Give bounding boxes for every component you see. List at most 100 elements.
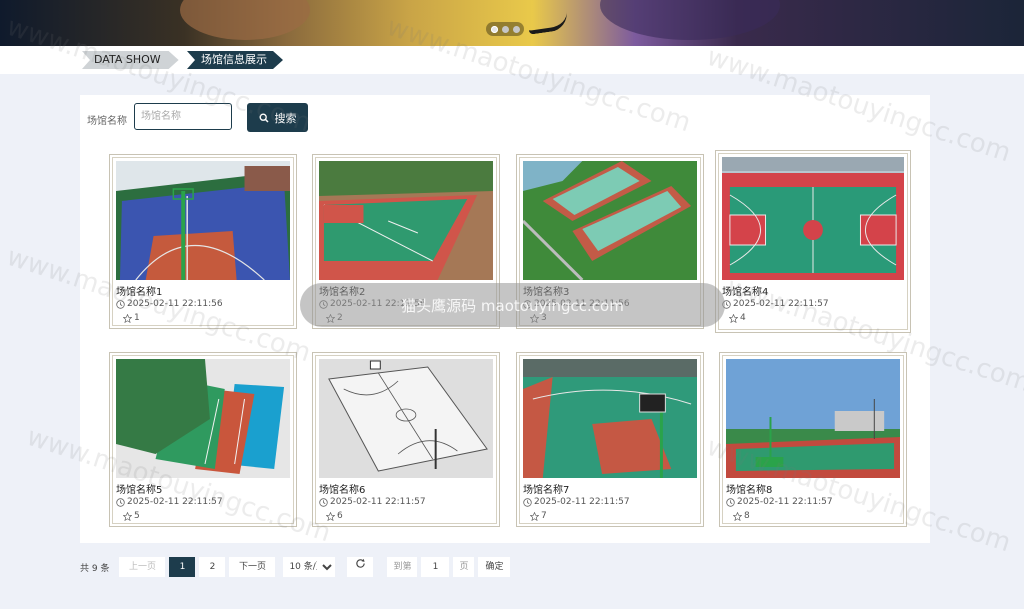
venue-likes: 4 [740, 313, 746, 323]
prev-page-button[interactable]: 上一页 [119, 557, 166, 577]
venue-likes-row: 7 [530, 511, 547, 521]
clock-icon [116, 299, 125, 309]
star-icon [733, 511, 742, 521]
page-button-1[interactable]: 1 [169, 557, 196, 577]
venue-name: 场馆名称6 [319, 485, 366, 496]
venue-time-row: 2025-02-11 22:11:56 [523, 299, 630, 309]
refresh-icon [356, 558, 365, 568]
clock-icon [726, 497, 735, 507]
refresh-button[interactable] [347, 557, 374, 577]
venue-card[interactable]: 场馆名称7 2025-02-11 22:11:57 7 [516, 352, 704, 527]
venue-likes-row: 8 [733, 511, 750, 521]
venue-likes: 8 [744, 511, 750, 521]
clock-icon [319, 299, 328, 309]
goto-confirm-button[interactable]: 确定 [478, 557, 511, 577]
venue-card[interactable]: 场馆名称8 2025-02-11 22:11:57 8 [719, 352, 907, 527]
star-icon [530, 511, 539, 521]
star-icon [123, 313, 132, 323]
search-icon [258, 112, 269, 123]
search-button[interactable]: 搜索 [247, 103, 308, 132]
venue-time: 2025-02-11 22:11:57 [534, 497, 630, 507]
venue-likes-row: 5 [123, 511, 140, 521]
venue-name: 场馆名称2 [319, 287, 366, 298]
venue-name: 场馆名称5 [116, 485, 163, 496]
carousel-dot-2[interactable] [501, 25, 509, 33]
venue-image[interactable] [726, 359, 900, 478]
star-icon [326, 511, 335, 521]
venue-card[interactable]: 场馆名称5 2025-02-11 22:11:57 5 [109, 352, 297, 527]
breadcrumb-current: 场馆信息展示 [187, 51, 283, 69]
venue-likes-row: 4 [729, 313, 746, 323]
venue-likes: 3 [541, 313, 547, 323]
venue-time-row: 2025-02-11 22:11:57 [523, 497, 630, 507]
star-icon [326, 313, 335, 323]
venue-image[interactable] [523, 161, 697, 280]
venue-likes: 5 [134, 511, 140, 521]
venue-time: 2025-02-11 22:11:57 [127, 497, 223, 507]
venue-image[interactable] [319, 359, 493, 478]
venue-time-row: 2025-02-11 22:11:57 [319, 497, 426, 507]
search-button-label: 搜索 [274, 111, 297, 125]
clock-icon [523, 497, 532, 507]
venue-time: 2025-02-11 22:11:56 [534, 299, 630, 309]
venue-time: 2025-02-11 22:11:56 [330, 299, 426, 309]
carousel-dot-3[interactable] [512, 25, 520, 33]
venue-time-row: 2025-02-11 22:11:56 [116, 299, 223, 309]
carousel-indicators [486, 22, 524, 36]
venue-time-row: 2025-02-11 22:11:57 [726, 497, 833, 507]
page-size-select[interactable]: 10 条/页 [283, 557, 336, 577]
venue-likes: 7 [541, 511, 547, 521]
venue-card[interactable]: 场馆名称4 2025-02-11 22:11:57 4 [715, 150, 911, 333]
venue-likes-row: 6 [326, 511, 343, 521]
carousel-dot-1[interactable] [490, 25, 498, 33]
hero-banner [0, 0, 1024, 46]
venue-image[interactable] [319, 161, 493, 280]
venue-time: 2025-02-11 22:11:57 [330, 497, 426, 507]
venue-image[interactable] [523, 359, 697, 478]
clock-icon [116, 497, 125, 507]
clock-icon [722, 299, 731, 309]
venue-time-row: 2025-02-11 22:11:57 [722, 299, 829, 309]
venue-name: 场馆名称1 [116, 287, 163, 298]
pagination: 共 9 条 上一页 1 2 下一页 10 条/页 到第 1 页 确定 [80, 557, 514, 577]
goto-input[interactable]: 1 [421, 557, 450, 577]
venue-card[interactable]: 场馆名称6 2025-02-11 22:11:57 6 [312, 352, 500, 527]
venue-time: 2025-02-11 22:11:56 [127, 299, 223, 309]
star-icon [530, 313, 539, 323]
venue-time-row: 2025-02-11 22:11:56 [319, 299, 426, 309]
search-label: 场馆名称 [87, 116, 127, 127]
pagination-total: 共 9 条 [80, 563, 110, 574]
venue-name: 场馆名称8 [726, 485, 773, 496]
venue-image[interactable] [116, 161, 290, 280]
venue-likes-row: 2 [326, 313, 343, 323]
venue-likes-row: 3 [530, 313, 547, 323]
venue-likes-row: 1 [123, 313, 140, 323]
banner-shape [180, 0, 310, 40]
venue-name: 场馆名称4 [722, 287, 769, 298]
venue-likes: 2 [337, 313, 343, 323]
star-icon [729, 313, 738, 323]
next-page-button[interactable]: 下一页 [229, 557, 276, 577]
venue-time: 2025-02-11 22:11:57 [733, 299, 829, 309]
banner-shape [600, 0, 780, 40]
page-button-2[interactable]: 2 [199, 557, 226, 577]
venue-likes: 1 [134, 313, 140, 323]
goto-label: 到第 [387, 557, 418, 577]
venue-likes: 6 [337, 511, 343, 521]
venue-image[interactable] [116, 359, 290, 478]
goto-unit: 页 [453, 557, 475, 577]
venue-time-row: 2025-02-11 22:11:57 [116, 497, 223, 507]
venue-image[interactable] [722, 157, 904, 280]
star-icon [123, 511, 132, 521]
venue-name: 场馆名称3 [523, 287, 570, 298]
venue-name: 场馆名称7 [523, 485, 570, 496]
swoosh-logo [526, 11, 570, 35]
venue-card[interactable]: 场馆名称3 2025-02-11 22:11:56 3 [516, 154, 704, 329]
venue-card[interactable]: 场馆名称2 2025-02-11 22:11:56 2 [312, 154, 500, 329]
breadcrumb-root[interactable]: DATA SHOW [82, 51, 179, 69]
clock-icon [319, 497, 328, 507]
venue-time: 2025-02-11 22:11:57 [737, 497, 833, 507]
clock-icon [523, 299, 532, 309]
search-input[interactable] [134, 103, 232, 130]
venue-card[interactable]: 场馆名称1 2025-02-11 22:11:56 1 [109, 154, 297, 329]
